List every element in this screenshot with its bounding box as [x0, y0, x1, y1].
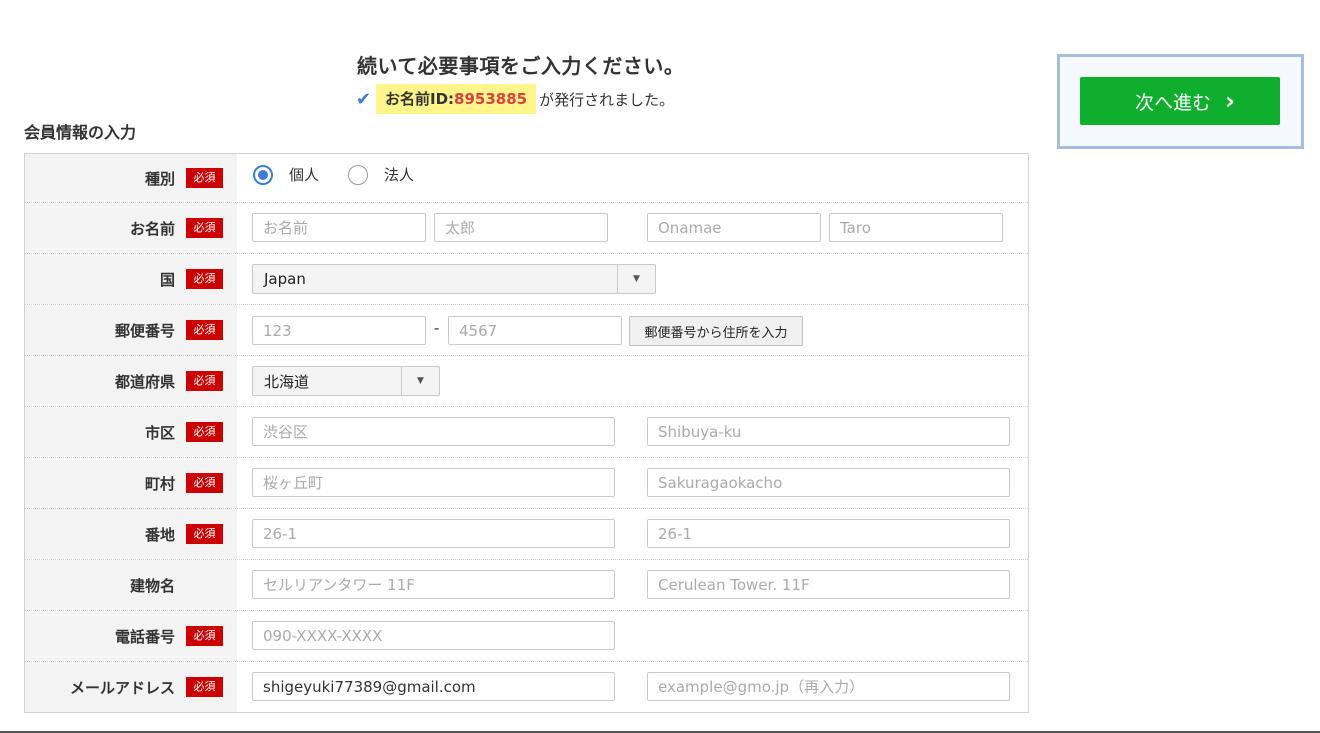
id-issued-notice: ✔ お名前ID:8953885 が発行されました。	[356, 84, 674, 114]
next-button[interactable]: 次へ進む ›	[1080, 77, 1280, 125]
next-button-container: 次へ進む ›	[1057, 54, 1304, 149]
section-title: 会員情報の入力	[24, 123, 137, 142]
required-badge: 必須	[186, 320, 223, 340]
row-city: 市区 必須	[25, 407, 1028, 458]
email-confirm-input[interactable]	[647, 672, 1010, 701]
town-roman-input[interactable]	[647, 468, 1010, 497]
building-label: 建物名	[129, 576, 175, 595]
email-input[interactable]	[252, 672, 615, 701]
radio-individual-button[interactable]	[253, 164, 273, 185]
radio-corporate-label: 法人	[384, 166, 415, 184]
first-name-input[interactable]	[434, 213, 608, 242]
radio-individual[interactable]: 個人	[253, 164, 319, 185]
last-name-input[interactable]	[252, 213, 426, 242]
city-roman-input[interactable]	[647, 417, 1010, 446]
page-heading: 続いて必要事項をご入力ください。	[357, 54, 685, 78]
prefecture-select[interactable]: 北海道 ▼	[252, 366, 440, 396]
town-label: 町村	[144, 474, 175, 493]
row-building: 建物名	[25, 560, 1028, 611]
member-id-label: お名前ID:	[385, 90, 455, 108]
country-label: 国	[159, 270, 175, 289]
city-label: 市区	[144, 423, 175, 442]
city-input[interactable]	[252, 417, 615, 446]
required-badge: 必須	[186, 168, 223, 188]
prefecture-label: 都道府県	[114, 372, 175, 391]
member-id-highlight: お名前ID:8953885	[376, 84, 537, 114]
required-badge: 必須	[186, 473, 223, 493]
phone-field	[237, 611, 1028, 661]
first-name-roman-input[interactable]	[829, 213, 1003, 242]
required-badge: 必須	[186, 371, 223, 391]
row-label: 市区 必須	[25, 407, 237, 457]
chevron-down-icon[interactable]: ▼	[617, 265, 655, 293]
chevron-right-icon: ›	[1225, 87, 1235, 115]
row-label: メールアドレス 必須	[25, 662, 237, 712]
row-label: 建物名	[25, 560, 237, 610]
postal-code-first-input[interactable]	[252, 316, 426, 345]
name-label: お名前	[129, 219, 175, 238]
postal-label: 郵便番号	[114, 321, 175, 340]
chevron-down-icon[interactable]: ▼	[401, 367, 439, 395]
required-badge: 必須	[186, 422, 223, 442]
checkmark-icon: ✔	[356, 88, 372, 110]
postal-code-second-input[interactable]	[448, 316, 622, 345]
row-label: 郵便番号 必須	[25, 305, 237, 355]
postal-field: - 郵便番号から住所を入力	[237, 305, 1028, 355]
row-phone: 電話番号 必須	[25, 611, 1028, 662]
type-field: 個人 法人	[237, 154, 1028, 202]
address-field	[237, 509, 1028, 559]
country-field: Japan ▼	[237, 254, 1028, 304]
address-label: 番地	[144, 525, 175, 544]
postal-lookup-button[interactable]: 郵便番号から住所を入力	[629, 316, 803, 346]
email-label: メールアドレス	[69, 678, 175, 697]
row-label: 都道府県 必須	[25, 356, 237, 406]
building-input[interactable]	[252, 570, 615, 599]
issued-suffix: が発行されました。	[539, 90, 675, 109]
row-label: 国 必須	[25, 254, 237, 304]
row-label: 番地 必須	[25, 509, 237, 559]
row-label: 電話番号 必須	[25, 611, 237, 661]
building-roman-input[interactable]	[647, 570, 1010, 599]
radio-corporate[interactable]: 法人	[348, 164, 414, 185]
row-label: 種別 必須	[25, 154, 237, 202]
last-name-roman-input[interactable]	[647, 213, 821, 242]
required-badge: 必須	[186, 269, 223, 289]
member-info-form: 種別 必須 個人 法人 お名前 必須 国	[24, 153, 1029, 713]
address-input[interactable]	[252, 519, 615, 548]
required-badge: 必須	[186, 524, 223, 544]
name-field	[237, 203, 1028, 253]
town-input[interactable]	[252, 468, 615, 497]
row-email: メールアドレス 必須	[25, 662, 1028, 712]
row-address: 番地 必須	[25, 509, 1028, 560]
phone-label: 電話番号	[114, 627, 175, 646]
required-badge: 必須	[186, 218, 223, 238]
radio-individual-label: 個人	[289, 166, 320, 184]
row-postal: 郵便番号 必須 - 郵便番号から住所を入力	[25, 305, 1028, 356]
town-field	[237, 458, 1028, 508]
row-prefecture: 都道府県 必須 北海道 ▼	[25, 356, 1028, 407]
country-select[interactable]: Japan ▼	[252, 264, 656, 294]
row-label: お名前 必須	[25, 203, 237, 253]
row-type: 種別 必須 個人 法人	[25, 154, 1028, 203]
row-town: 町村 必須	[25, 458, 1028, 509]
required-badge: 必須	[186, 677, 223, 697]
city-field	[237, 407, 1028, 457]
type-label: 種別	[144, 169, 175, 188]
row-name: お名前 必須	[25, 203, 1028, 254]
row-country: 国 必須 Japan ▼	[25, 254, 1028, 305]
phone-input[interactable]	[252, 621, 615, 650]
row-label: 町村 必須	[25, 458, 237, 508]
prefecture-field: 北海道 ▼	[237, 356, 1028, 406]
email-field	[237, 662, 1028, 712]
prefecture-select-value: 北海道	[264, 372, 310, 391]
member-id-number: 8953885	[454, 90, 528, 108]
address-roman-input[interactable]	[647, 519, 1010, 548]
country-select-value: Japan	[264, 270, 306, 288]
required-badge: 必須	[186, 626, 223, 646]
postal-dash: -	[434, 319, 440, 337]
building-field	[237, 560, 1028, 610]
next-button-label: 次へ進む	[1135, 91, 1212, 114]
radio-corporate-button[interactable]	[348, 164, 368, 185]
